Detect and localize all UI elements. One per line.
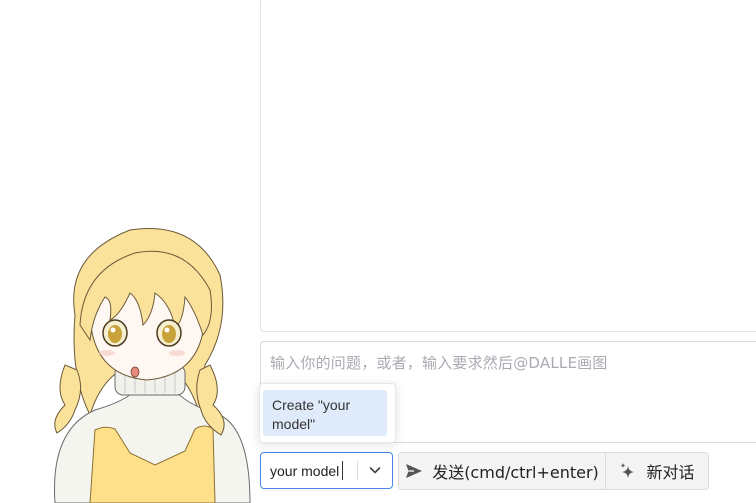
select-divider [357,461,358,480]
chat-history-panel [260,0,756,332]
question-placeholder: 输入你的问题，或者，输入要求然后@DALLE画图 [270,354,608,372]
anime-girl-avatar [54,228,251,503]
new-chat-button-label: 新对话 [646,463,695,482]
send-icon [406,464,423,478]
model-dropdown-menu: Create "your model" [259,383,396,443]
text-caret [342,461,343,480]
model-select-value[interactable]: your model [270,463,339,479]
send-button-label: 发送(cmd/ctrl+enter) [432,463,599,482]
chevron-down-icon[interactable] [367,462,383,478]
model-select[interactable]: your model [260,452,393,489]
sparkles-icon [620,463,635,478]
send-button[interactable]: 发送(cmd/ctrl+enter) [398,452,606,490]
new-chat-button[interactable]: 新对话 [605,452,709,490]
dropdown-option-create-model[interactable]: Create "your model" [263,390,387,436]
